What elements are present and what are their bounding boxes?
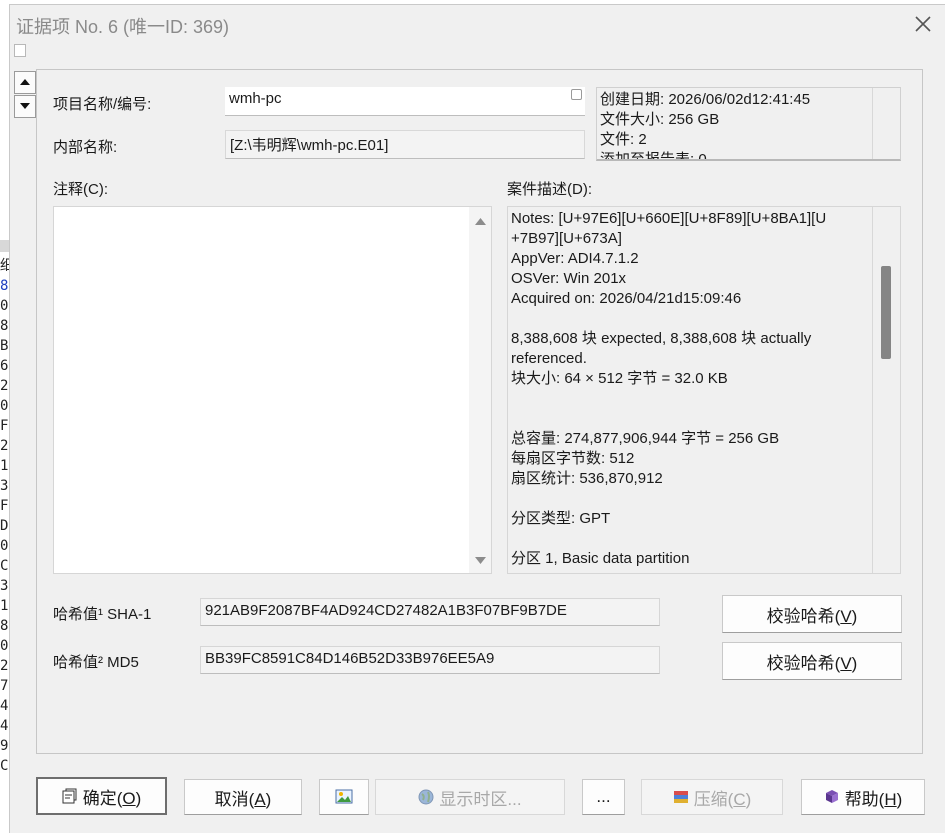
internal-name-value: [Z:\韦明辉\wmh-pc.E01] — [230, 137, 389, 154]
globe-icon — [418, 789, 434, 805]
case-description-line: 分区 1, Basic data partition — [511, 550, 690, 567]
ok-label: 确定(O) — [82, 788, 142, 808]
report-table-count: 添加至报告表: 0 — [600, 151, 707, 161]
help-book-icon — [825, 790, 838, 803]
case-description-line: 8,388,608 块 expected, 8,388,608 块 actual… — [511, 330, 812, 347]
item-name-value: wmh-pc — [229, 90, 282, 107]
notes-scrollbar[interactable] — [469, 207, 491, 573]
hash2-label: 哈希值² MD5 — [53, 654, 139, 671]
sha1-hash-field: 921AB9F2087BF4AD924CD27482A1B3F07BF9B7DE — [200, 598, 660, 626]
md5-hash-field: BB39FC8591C84D146B52D33B976EE5A9 — [200, 646, 660, 674]
ok-button[interactable]: 确定(O) — [36, 777, 167, 815]
arrow-down-icon — [20, 103, 30, 109]
case-description-line: 块大小: 64 × 512 字节 = 32.0 KB — [511, 370, 728, 387]
case-description-text: Notes: [U+97E6][U+660E][U+8F89][U+8BA1][… — [511, 209, 873, 569]
verify-md5-button[interactable]: 校验哈希(V) — [722, 642, 902, 680]
case-description-box[interactable]: Notes: [U+97E6][U+660E][U+8F89][U+8BA1][… — [507, 206, 901, 574]
case-description-line: 扇区统计: 536,870,912 — [511, 470, 663, 487]
cancel-button[interactable]: 取消(A) — [184, 779, 302, 815]
cancel-label: 取消(A) — [214, 789, 272, 809]
show-timezone-button[interactable]: 显示时区... — [375, 779, 565, 815]
scroll-down-icon[interactable] — [475, 557, 486, 565]
case-description-line: 每扇区字节数: 512 — [511, 450, 635, 467]
sha1-hash-value: 921AB9F2087BF4AD924CD27482A1B3F07BF9B7DE — [205, 602, 567, 619]
created-date: 创建日期: 2026/06/02d12:41:45 — [600, 91, 811, 108]
case-scroll-thumb[interactable] — [881, 266, 891, 359]
evidence-item-dialog: 证据项 No. 6 (唯一ID: 369) 项目名称/编号: wmh-pc 内部… — [9, 4, 945, 833]
properties-icon — [62, 788, 77, 804]
more-button[interactable]: ... — [582, 779, 625, 815]
verify-sha1-label: 校验哈希(V) — [766, 606, 858, 626]
case-description-line — [511, 489, 873, 509]
case-scroll-divider — [872, 207, 873, 573]
picture-button[interactable] — [319, 779, 369, 815]
help-label: 帮助(H) — [844, 789, 903, 809]
item-name-input[interactable]: wmh-pc — [225, 87, 585, 116]
file-size: 文件大小: 256 GB — [600, 111, 720, 128]
file-count: 文件: 2 — [600, 131, 647, 148]
small-checkbox[interactable] — [14, 44, 26, 57]
case-description-line: Notes: [U+97E6][U+660E][U+8F89][U+8BA1][… — [511, 210, 827, 227]
info-box-scroll-divider — [872, 88, 873, 159]
case-description-line — [511, 409, 873, 429]
case-description-line: OSVer: Win 201x — [511, 270, 627, 287]
case-description-line: Acquired on: 2026/04/21d15:09:46 — [511, 290, 742, 307]
show-timezone-label: 显示时区... — [439, 789, 522, 809]
dialog-title: 证据项 No. 6 (唯一ID: 369) — [16, 17, 230, 37]
item-info-box: 创建日期: 2026/06/02d12:41:45 文件大小: 256 GB 文… — [596, 87, 901, 161]
close-icon[interactable] — [911, 12, 935, 36]
case-description-line — [511, 389, 873, 409]
item-name-label: 项目名称/编号: — [53, 96, 152, 113]
case-description-line: referenced. — [511, 350, 587, 367]
verify-sha1-button[interactable]: 校验哈希(V) — [722, 595, 902, 633]
case-description-line: 总容量: 274,877,906,944 字节 = 256 GB — [511, 430, 780, 447]
help-button[interactable]: 帮助(H) — [801, 779, 925, 815]
notes-textarea[interactable] — [53, 206, 492, 574]
next-item-button[interactable] — [14, 95, 36, 118]
verify-md5-label: 校验哈希(V) — [766, 653, 858, 673]
resize-grip-icon — [571, 89, 582, 100]
case-description-line — [511, 309, 873, 329]
compress-icon — [673, 791, 688, 803]
title-bar[interactable]: 证据项 No. 6 (唯一ID: 369) — [10, 5, 945, 43]
md5-hash-value: BB39FC8591C84D146B52D33B976EE5A9 — [205, 650, 495, 667]
scroll-up-icon[interactable] — [475, 218, 486, 226]
notes-label: 注释(C): — [53, 181, 108, 198]
prev-item-button[interactable] — [14, 71, 36, 94]
case-description-line: +7B97][U+673A] — [511, 230, 622, 247]
case-description-line — [511, 529, 873, 549]
hash1-label: 哈希值¹ SHA-1 — [53, 606, 152, 623]
image-icon — [335, 789, 353, 804]
case-description-line: AppVer: ADI4.7.1.2 — [511, 250, 639, 267]
internal-name-label: 内部名称: — [53, 139, 118, 156]
case-desc-label: 案件描述(D): — [507, 181, 592, 198]
internal-name-field: [Z:\韦明辉\wmh-pc.E01] — [225, 130, 585, 159]
compress-button[interactable]: 压缩(C) — [641, 779, 783, 815]
more-label: ... — [596, 787, 611, 806]
case-description-line: 分区类型: GPT — [511, 510, 611, 527]
compress-label: 压缩(C) — [693, 789, 752, 809]
arrow-up-icon — [20, 79, 30, 85]
